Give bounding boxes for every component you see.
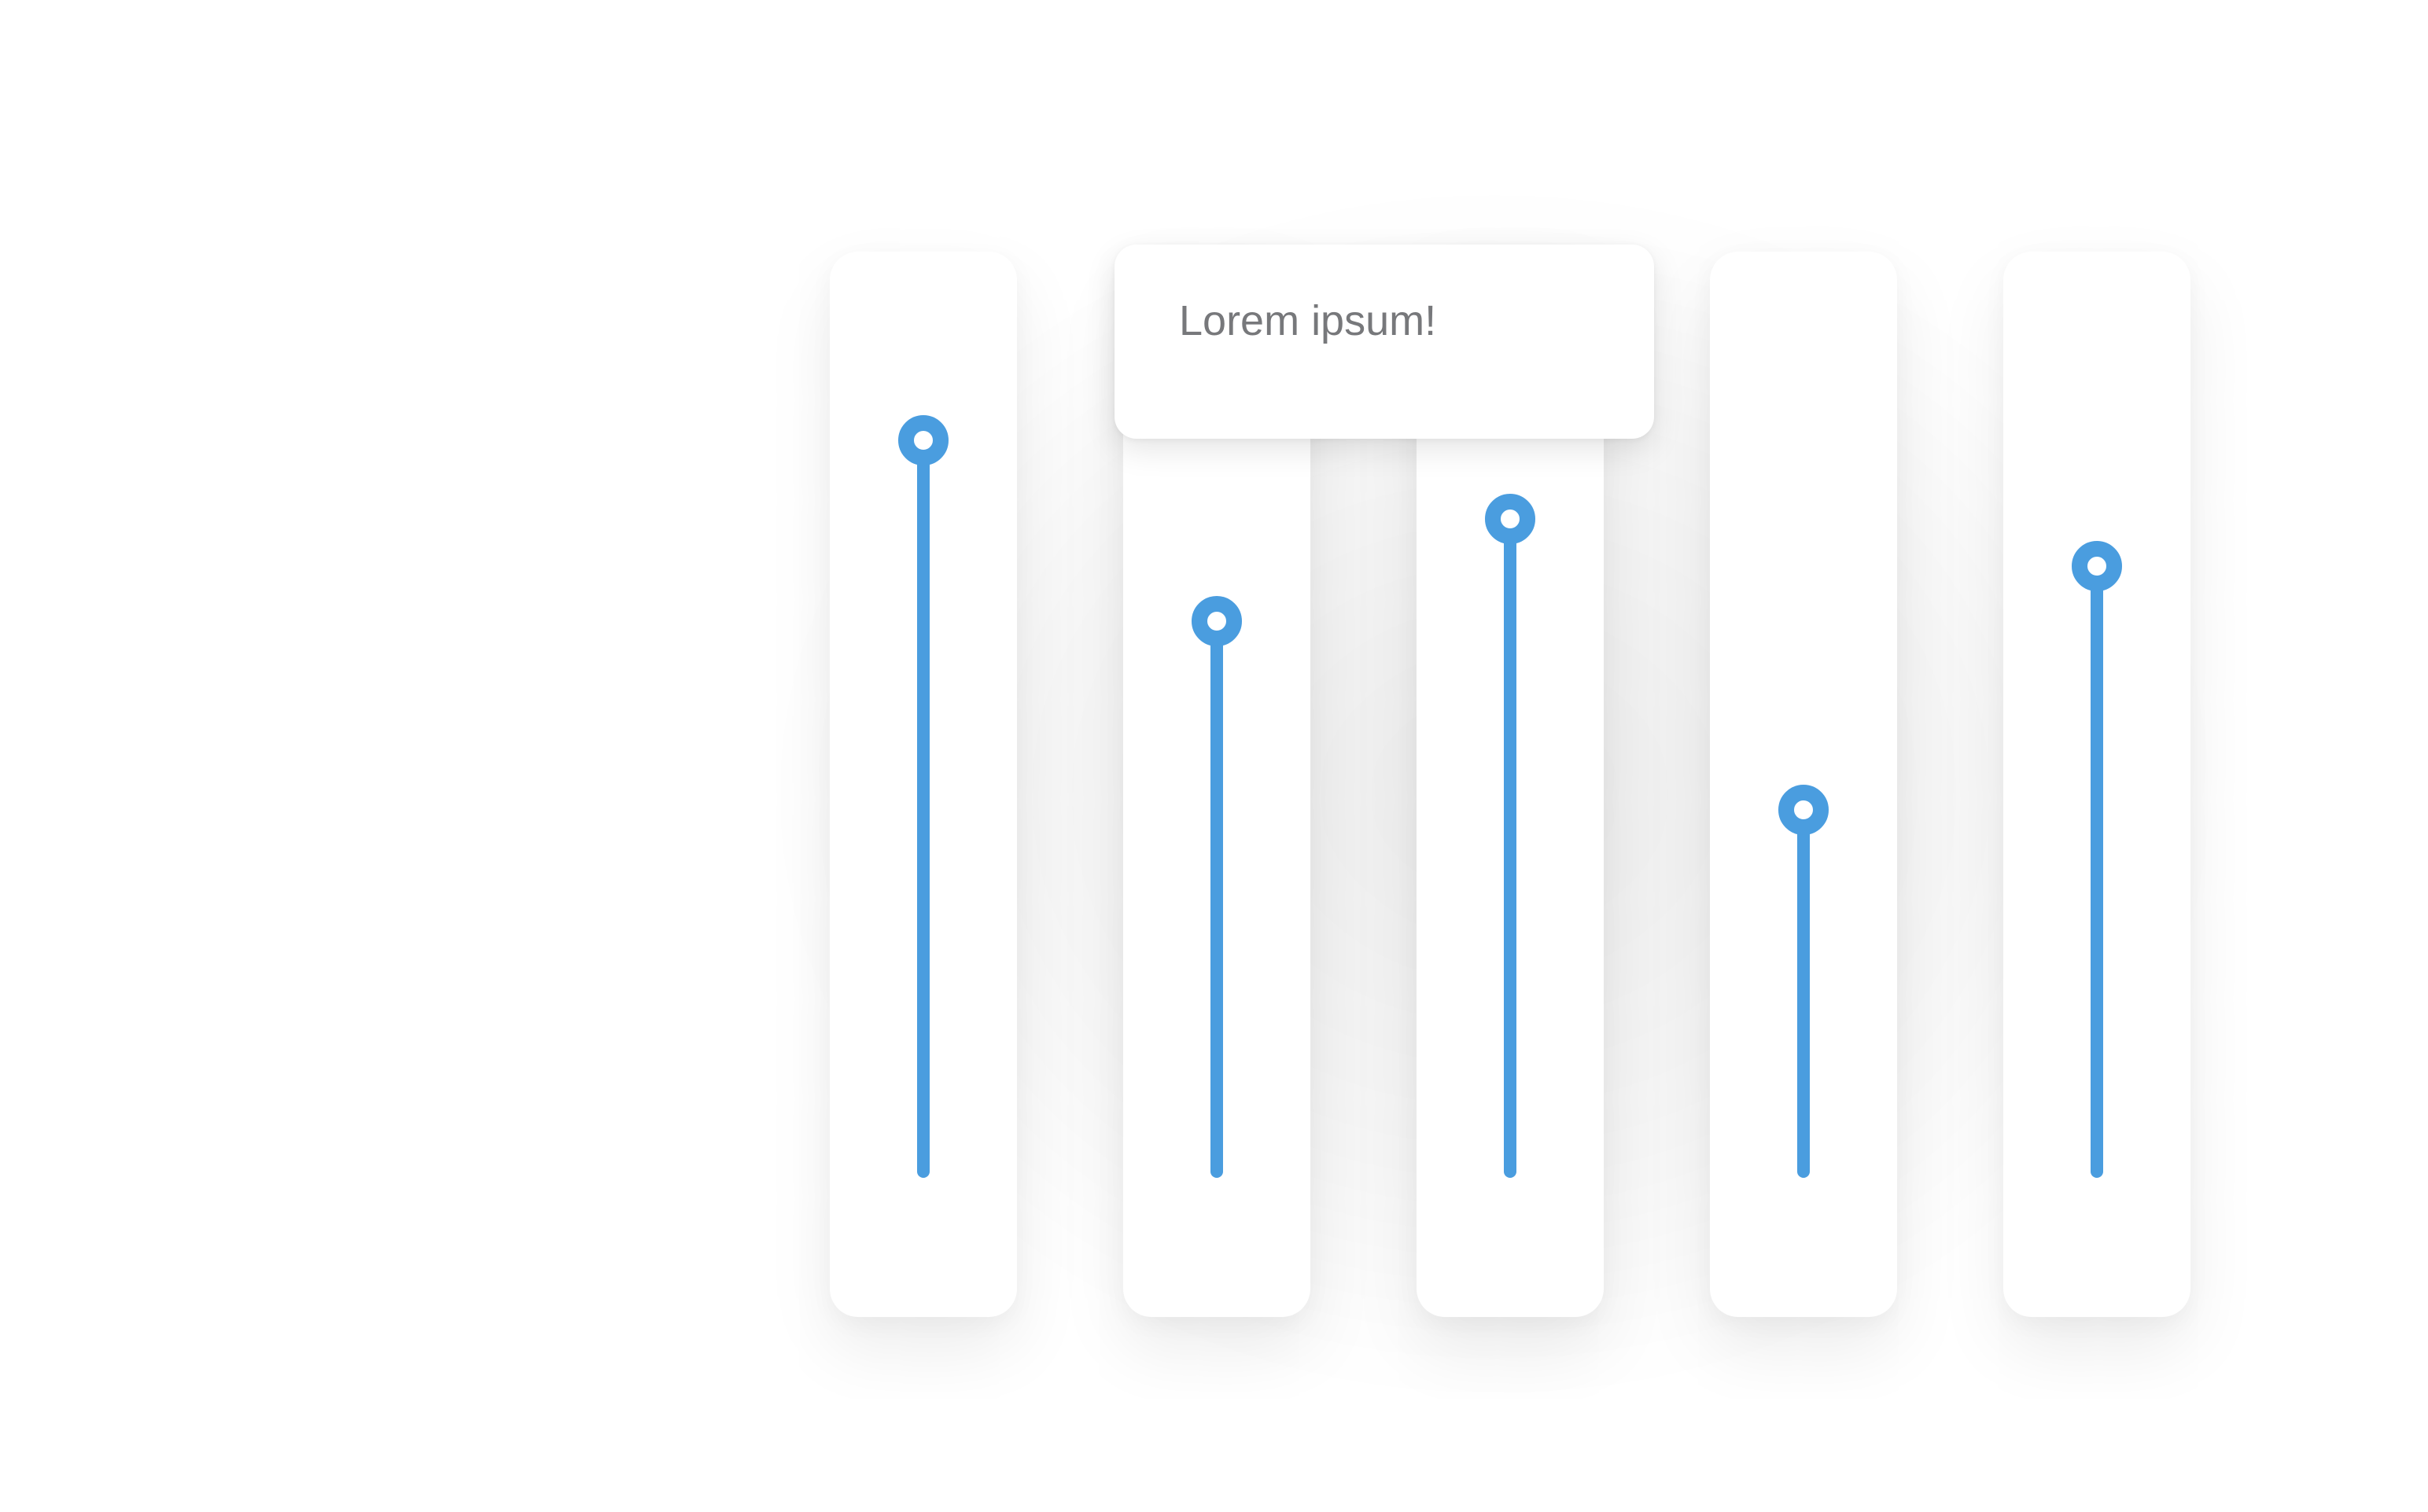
slider-thumb[interactable] <box>2072 541 2122 591</box>
slider-panel: Lorem ipsum! <box>0 0 2428 1512</box>
slider-thumb[interactable] <box>898 415 949 465</box>
slider-1 <box>830 252 1017 1317</box>
slider-thumb[interactable] <box>1485 494 1535 544</box>
slider-track[interactable] <box>1797 810 1810 1178</box>
slider-4 <box>1710 252 1897 1317</box>
tooltip-text: Lorem ipsum! <box>1179 297 1437 344</box>
slider-thumb[interactable] <box>1778 785 1829 835</box>
slider-track[interactable] <box>1210 621 1223 1178</box>
slider-track[interactable] <box>917 440 930 1178</box>
slider-thumb[interactable] <box>1192 596 1242 646</box>
slider-track[interactable] <box>2091 566 2103 1178</box>
slider-track[interactable] <box>1504 519 1516 1178</box>
tooltip: Lorem ipsum! <box>1115 245 1654 439</box>
slider-5 <box>2003 252 2190 1317</box>
